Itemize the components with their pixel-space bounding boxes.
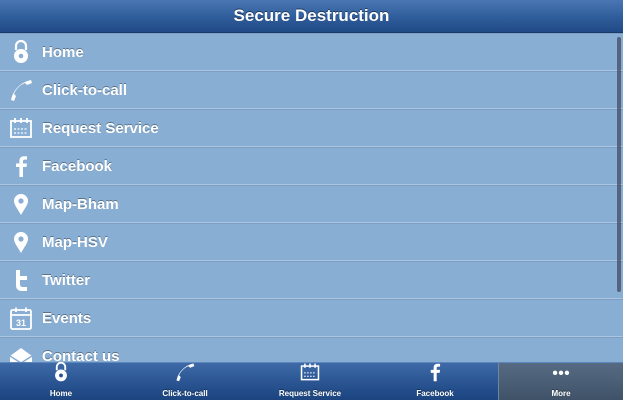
more-dots-icon xyxy=(550,361,572,388)
twitter-icon xyxy=(0,261,42,299)
list-item-label: Home xyxy=(42,43,84,61)
tab-label: More xyxy=(551,389,571,398)
tab-click-to-call[interactable]: Click-to-call xyxy=(122,363,248,400)
tab-label: Click-to-call xyxy=(162,389,208,398)
list-item-events[interactable]: 31 Events xyxy=(0,299,623,337)
calendar-form-icon xyxy=(299,361,321,388)
page-title: Secure Destruction xyxy=(233,6,390,25)
list-item-facebook[interactable]: Facebook xyxy=(0,147,623,185)
list-item-map-bham[interactable]: Map-Bham xyxy=(0,185,623,223)
tab-request-service[interactable]: Request Service xyxy=(248,363,372,400)
list-item-click-to-call[interactable]: Click-to-call xyxy=(0,71,623,109)
calendar-form-icon xyxy=(0,109,42,147)
list-item-home[interactable]: Home xyxy=(0,33,623,71)
map-pin-icon xyxy=(0,223,42,261)
tab-home[interactable]: Home xyxy=(0,361,122,400)
tab-more[interactable]: More xyxy=(498,363,623,400)
list-item-label: Map-Bham xyxy=(42,195,119,213)
list-item-label: Request Service xyxy=(42,119,159,137)
list-item-label: Events xyxy=(42,309,92,327)
lock-icon xyxy=(50,361,72,388)
list-item-label: Facebook xyxy=(42,157,113,175)
tab-facebook[interactable]: Facebook xyxy=(372,363,498,400)
scrollbar[interactable] xyxy=(617,37,621,292)
mail-icon xyxy=(0,337,42,362)
phone-icon xyxy=(174,361,196,388)
tab-label: Request Service xyxy=(278,389,342,398)
list-item-map-hsv[interactable]: Map-HSV xyxy=(0,223,623,261)
list-item-label: Map-HSV xyxy=(42,233,108,251)
menu-list[interactable]: Home Click-to-call Request Service Faceb… xyxy=(0,33,623,362)
list-item-label: Click-to-call xyxy=(42,81,128,99)
svg-text:31: 31 xyxy=(16,318,26,328)
list-item-label: Contact us xyxy=(42,347,120,363)
map-pin-icon xyxy=(0,185,42,223)
facebook-icon xyxy=(0,147,42,185)
tab-label: Facebook xyxy=(416,389,454,398)
tab-label: Home xyxy=(49,389,73,398)
list-item-twitter[interactable]: Twitter xyxy=(0,261,623,299)
list-item-contact-us[interactable]: Contact us xyxy=(0,337,623,362)
lock-icon xyxy=(0,33,42,71)
calendar-icon: 31 xyxy=(0,299,42,337)
title-bar: Secure Destruction xyxy=(0,0,623,33)
list-item-request-service[interactable]: Request Service xyxy=(0,109,623,147)
phone-icon xyxy=(0,71,42,109)
list-item-label: Twitter xyxy=(42,271,91,289)
facebook-icon xyxy=(424,361,446,388)
tab-bar: Home Click-to-call Request Service Faceb… xyxy=(0,361,623,400)
